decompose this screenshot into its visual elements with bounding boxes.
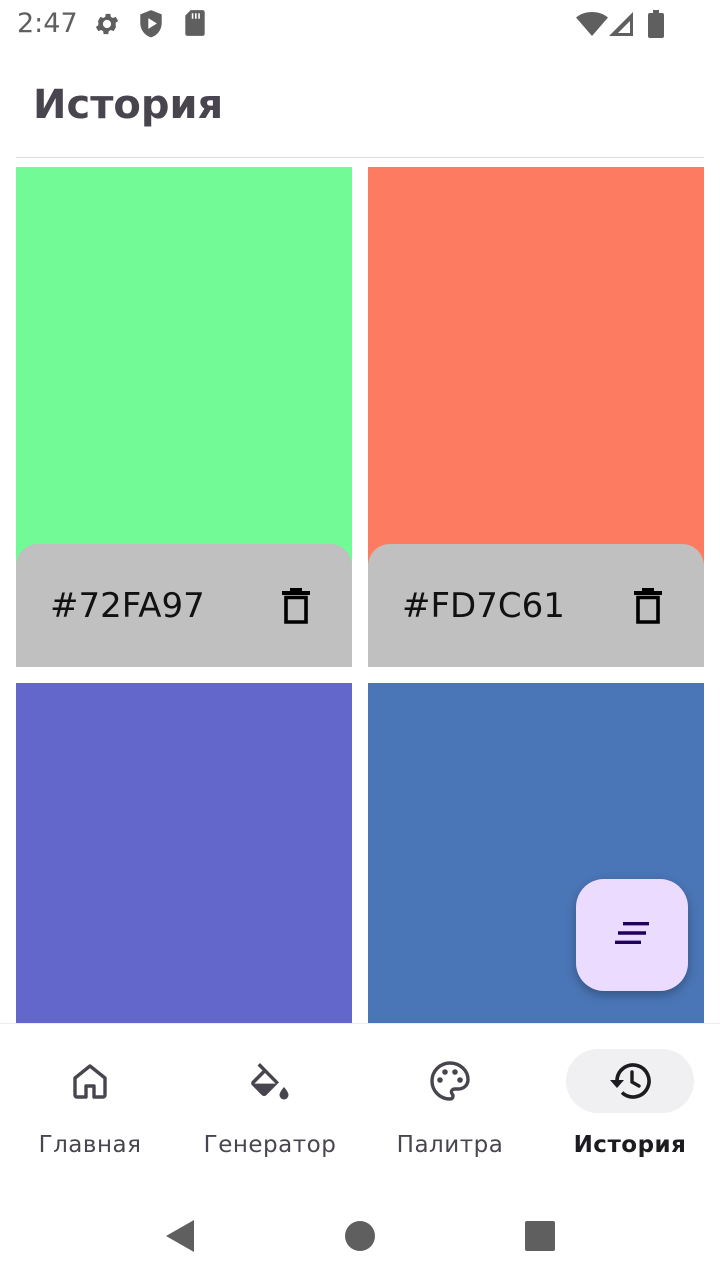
- nav-item-palette[interactable]: Палитра: [360, 1024, 540, 1191]
- sort-lines-icon: [613, 920, 651, 951]
- trash-icon[interactable]: [276, 584, 316, 628]
- history-card[interactable]: #FD7C61: [368, 167, 704, 667]
- sort-fab-button[interactable]: [576, 879, 688, 991]
- sd-card-icon: [184, 9, 206, 37]
- top-app-bar: История: [0, 50, 720, 158]
- system-navigation-bar: [0, 1190, 720, 1280]
- home-icon: [66, 1057, 114, 1105]
- battery-icon: [647, 9, 665, 39]
- bottom-navigation: Главная Генератор Палитра История: [0, 1023, 720, 1190]
- nav-label: Палитра: [396, 1132, 504, 1158]
- card-footer: #FD7C61: [368, 544, 704, 667]
- status-bar: 2:47: [0, 0, 720, 50]
- palette-icon: [426, 1057, 474, 1105]
- hex-label: #72FA97: [50, 586, 205, 626]
- status-time: 2:47: [17, 8, 78, 39]
- nav-item-history[interactable]: История: [540, 1024, 720, 1191]
- color-swatch[interactable]: [16, 683, 352, 1023]
- nav-label: История: [573, 1132, 687, 1158]
- nav-label: Главная: [38, 1132, 142, 1158]
- wifi-icon: [576, 11, 608, 37]
- hex-label: #FD7C61: [402, 586, 565, 626]
- nav-item-generator[interactable]: Генератор: [180, 1024, 360, 1191]
- history-card[interactable]: #72FA97: [16, 167, 352, 667]
- history-icon: [606, 1057, 654, 1105]
- cell-signal-icon: [608, 11, 634, 37]
- recents-square-icon[interactable]: [518, 1214, 562, 1258]
- gear-icon: [93, 9, 121, 39]
- history-card[interactable]: [16, 683, 352, 1023]
- home-circle-icon[interactable]: [338, 1214, 382, 1258]
- back-triangle-icon[interactable]: [158, 1214, 202, 1258]
- trash-icon[interactable]: [628, 584, 668, 628]
- shield-play-icon: [138, 9, 164, 39]
- paint-bucket-icon: [246, 1057, 294, 1105]
- nav-item-home[interactable]: Главная: [0, 1024, 180, 1191]
- card-footer: #72FA97: [16, 544, 352, 667]
- page-title: История: [33, 82, 224, 128]
- nav-label: Генератор: [203, 1132, 337, 1158]
